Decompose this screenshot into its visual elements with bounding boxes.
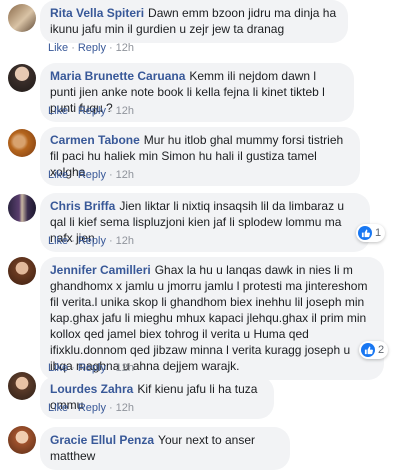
like-link[interactable]: Like: [48, 105, 68, 117]
comment-author[interactable]: Chris Briffa: [50, 199, 115, 213]
reaction-count: 2: [378, 344, 385, 356]
comment-actions: Like · Reply · 12h: [48, 362, 135, 374]
comment-actions: Like · Reply · 12h: [48, 235, 135, 247]
reaction-badge[interactable]: 1: [356, 224, 386, 242]
thumbs-up-icon: [358, 226, 372, 240]
avatar[interactable]: [8, 426, 36, 454]
like-link[interactable]: Like: [48, 169, 68, 181]
comment-text: Ghax la hu u lanqas dawk in nies li m gh…: [50, 263, 368, 373]
reply-link[interactable]: Reply: [78, 169, 106, 181]
like-link[interactable]: Like: [48, 402, 68, 414]
like-link[interactable]: Like: [48, 235, 68, 247]
like-link[interactable]: Like: [48, 362, 68, 374]
avatar[interactable]: [8, 64, 36, 92]
comment-timestamp[interactable]: 12h: [116, 169, 134, 181]
avatar[interactable]: [8, 4, 36, 32]
avatar[interactable]: [8, 372, 36, 400]
comment-timestamp[interactable]: 12h: [116, 42, 134, 54]
comment-author[interactable]: Jennifer Camilleri: [50, 263, 151, 277]
avatar[interactable]: [8, 257, 36, 285]
comment-bubble: Gracie Ellul Penza Your next to anser mat…: [40, 427, 290, 470]
comment-bubble: Rita Vella Spiteri Dawn emm bzoon jidru m…: [40, 0, 348, 43]
reaction-badge[interactable]: 2: [359, 341, 389, 359]
comment-author[interactable]: Lourdes Zahra: [50, 382, 133, 396]
reply-link[interactable]: Reply: [78, 362, 106, 374]
avatar[interactable]: [8, 129, 36, 157]
comment-timestamp[interactable]: 12h: [116, 402, 134, 414]
comment-actions: Like · Reply · 12h: [48, 402, 135, 414]
reply-link[interactable]: Reply: [78, 42, 106, 54]
comment-author[interactable]: Carmen Tabone: [50, 133, 140, 147]
reply-link[interactable]: Reply: [78, 402, 106, 414]
comment-author[interactable]: Maria Brunette Caruana: [50, 69, 185, 83]
comment-actions: Like · Reply · 12h: [48, 105, 135, 117]
comment-timestamp[interactable]: 12h: [116, 235, 134, 247]
comment-timestamp[interactable]: 12h: [116, 362, 134, 374]
comment-actions: Like · Reply · 12h: [48, 42, 135, 54]
reply-link[interactable]: Reply: [78, 235, 106, 247]
avatar[interactable]: [8, 194, 36, 222]
comment-actions: Like · Reply · 12h: [48, 169, 135, 181]
reply-link[interactable]: Reply: [78, 105, 106, 117]
thumbs-up-icon: [361, 343, 375, 357]
reaction-count: 1: [375, 227, 382, 239]
comment-author[interactable]: Rita Vella Spiteri: [50, 6, 144, 20]
comment-timestamp[interactable]: 12h: [116, 105, 134, 117]
like-link[interactable]: Like: [48, 42, 68, 54]
